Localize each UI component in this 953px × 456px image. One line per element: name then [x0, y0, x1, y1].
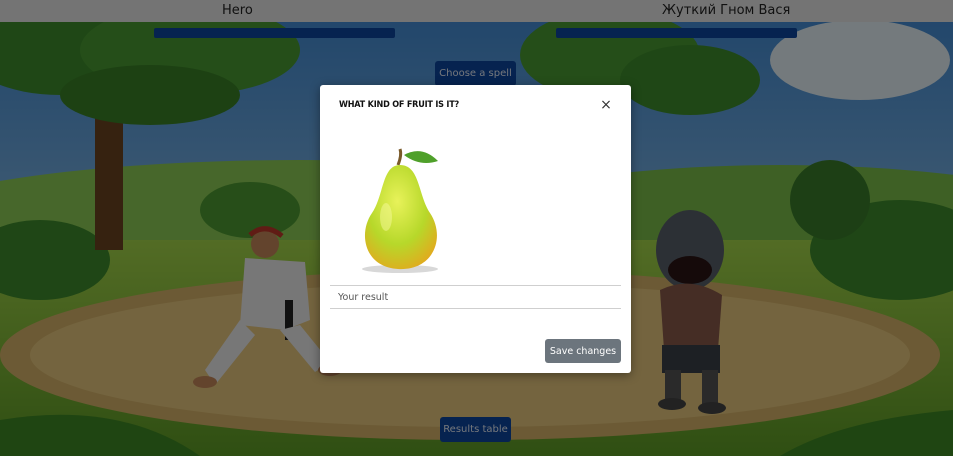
- fruit-question-modal: WHAT KIND OF FRUIT IS IT? × Save changes: [320, 85, 631, 373]
- fruit-answer-input[interactable]: [330, 285, 621, 309]
- modal-title: WHAT KIND OF FRUIT IS IT?: [339, 100, 460, 110]
- save-changes-button[interactable]: Save changes: [545, 339, 621, 363]
- pear-image: [362, 148, 438, 273]
- close-icon[interactable]: ×: [598, 97, 614, 113]
